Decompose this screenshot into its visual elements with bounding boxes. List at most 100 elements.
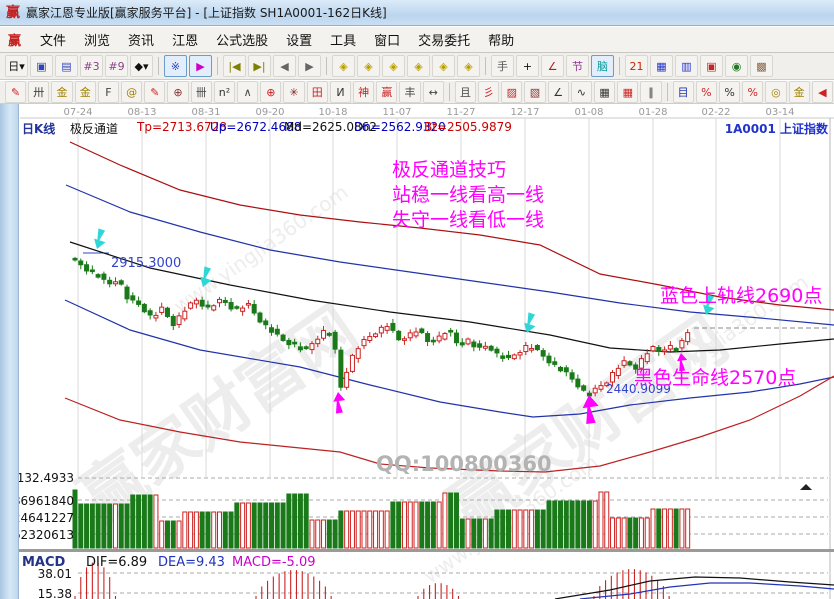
compress-v-icon[interactable]: ◈ xyxy=(457,55,480,77)
last-bar-icon[interactable]: ▶| xyxy=(248,55,271,77)
calendar-21-icon[interactable]: 21 xyxy=(625,55,648,77)
gold-levels-icon[interactable]: 金 xyxy=(789,81,810,103)
pillar-icon[interactable]: 且 xyxy=(455,81,476,103)
indicator-name[interactable]: 极反通道 xyxy=(70,120,118,137)
macd-dif-value: DIF=6.89 xyxy=(86,555,147,570)
slant-lines-icon[interactable]: ∥ xyxy=(640,81,661,103)
report-icon[interactable]: ▥ xyxy=(675,55,698,77)
application-window: 赢 赢家江恩专业版[赢家服务平台] - [上证指数 SH1A0001-162日K… xyxy=(0,0,834,599)
f-levels-icon[interactable]: F xyxy=(98,81,119,103)
toolbar-separator xyxy=(619,57,620,75)
first-bar-icon[interactable]: |◀ xyxy=(223,55,246,77)
angle-measure-icon[interactable]: ∠ xyxy=(541,55,564,77)
target-cross-icon[interactable]: ⊕ xyxy=(260,81,281,103)
svg-text:07-24: 07-24 xyxy=(63,107,92,118)
macd-axis-labels: 38.0115.38 xyxy=(38,567,72,599)
menu-item-2[interactable]: 资讯 xyxy=(119,27,163,52)
shen-tool-icon[interactable]: 神 xyxy=(353,81,374,103)
circle-cycle-icon[interactable]: ⊕ xyxy=(167,81,188,103)
horn-icon[interactable]: ◀ xyxy=(812,81,833,103)
grid-dark-icon[interactable]: ▦ xyxy=(594,81,615,103)
qq-watermark: QQ:100800360 xyxy=(376,452,552,476)
jifan-channel-icon[interactable]: ※ xyxy=(164,55,187,77)
scale-list-icon[interactable]: 目 xyxy=(673,81,694,103)
gold-circle-icon[interactable]: ◎ xyxy=(765,81,786,103)
starburst-icon[interactable]: ✳ xyxy=(283,81,304,103)
brush-icon[interactable]: ✎ xyxy=(5,81,26,103)
smart-analysis-icon[interactable]: 脑 xyxy=(591,55,614,77)
svg-text:08-13: 08-13 xyxy=(127,107,156,118)
window-title: 赢家江恩专业版[赢家服务平台] - [上证指数 SH1A0001-162日K线] xyxy=(26,4,387,21)
shift-left-icon[interactable]: ◈ xyxy=(332,55,355,77)
menu-item-1[interactable]: 浏览 xyxy=(75,27,119,52)
price-chart[interactable]: 赢家财富网 赢家财富网 www.yingjia360.com www.yingj… xyxy=(0,104,834,599)
menu-item-8[interactable]: 交易委托 xyxy=(409,27,479,52)
data-transfer-icon[interactable]: ▩ xyxy=(750,55,773,77)
ying-tool-icon[interactable]: 赢 xyxy=(376,81,397,103)
percent-levels-icon[interactable]: % xyxy=(742,81,763,103)
macd-value: MACD=-5.09 xyxy=(232,555,316,570)
menu-item-0[interactable]: 文件 xyxy=(31,27,75,52)
hand-pan-icon[interactable]: 手 xyxy=(491,55,514,77)
menu-item-6[interactable]: 工具 xyxy=(321,27,365,52)
expand-h-icon[interactable]: ◈ xyxy=(382,55,405,77)
title-bar[interactable]: 赢 赢家江恩专业版[赢家服务平台] - [上证指数 SH1A0001-162日K… xyxy=(0,0,834,26)
chart-area[interactable]: 赢家财富网 赢家财富网 www.yingjia360.com www.yingj… xyxy=(0,104,834,599)
app-logo-icon: 赢 xyxy=(6,5,20,21)
gann-wheel-icon[interactable]: 节 xyxy=(566,55,589,77)
angle-lines-icon[interactable]: ∠ xyxy=(548,81,569,103)
fan-box-icon[interactable]: ▨ xyxy=(501,81,522,103)
toolbar-separator xyxy=(326,57,327,75)
gold-section-icon[interactable]: 金 xyxy=(75,81,96,103)
svg-text:62320613: 62320613 xyxy=(13,528,74,542)
shift-right-icon[interactable]: ◈ xyxy=(357,55,380,77)
period-label: 日K线 xyxy=(22,120,55,137)
svg-text:极反通道技巧: 极反通道技巧 xyxy=(392,159,506,181)
menu-item-3[interactable]: 江恩 xyxy=(163,27,207,52)
bars-3-icon[interactable]: #3 xyxy=(80,55,103,77)
upper-rail-note: 蓝色上轨线2690点 xyxy=(660,285,822,307)
rays-icon[interactable]: 彡 xyxy=(478,81,499,103)
candle-style-dropdown[interactable]: ◆▾ xyxy=(130,55,153,77)
zigzag-icon[interactable]: ∿ xyxy=(571,81,592,103)
fan-box2-icon[interactable]: ▧ xyxy=(524,81,545,103)
menu-item-4[interactable]: 公式选股 xyxy=(207,27,277,52)
prev-bar-icon[interactable]: ◀ xyxy=(273,55,296,77)
color-histogram-icon[interactable]: ▶ xyxy=(189,55,212,77)
grid-red-icon[interactable]: ▦ xyxy=(617,81,638,103)
bars-9-icon[interactable]: #9 xyxy=(105,55,128,77)
info-list-icon[interactable]: ▤ xyxy=(55,55,78,77)
crosshair-icon[interactable]: + xyxy=(516,55,539,77)
gold-ratio-icon[interactable]: 金 xyxy=(51,81,72,103)
width-measure-icon[interactable]: ↔ xyxy=(423,81,444,103)
macd-dea-value: DEA=9.43 xyxy=(158,555,225,570)
svg-text:失守一线看低一线: 失守一线看低一线 xyxy=(392,209,544,231)
life-line-note: 黑色生命线2570点 xyxy=(634,367,796,389)
web-sync-icon[interactable]: ◉ xyxy=(725,55,748,77)
percent-line-icon[interactable]: % xyxy=(696,81,717,103)
menu-item-7[interactable]: 窗口 xyxy=(365,27,409,52)
next-bar-icon[interactable]: ▶ xyxy=(298,55,321,77)
save-icon[interactable]: ▣ xyxy=(700,55,723,77)
expand-v-icon[interactable]: ◈ xyxy=(432,55,455,77)
calculator-icon[interactable]: ▦ xyxy=(650,55,673,77)
marker-pen-icon[interactable]: ✎ xyxy=(144,81,165,103)
menu-item-5[interactable]: 设置 xyxy=(277,27,321,52)
time-grid-icon[interactable]: 卌 xyxy=(191,81,212,103)
spiral-icon[interactable]: @ xyxy=(121,81,142,103)
menu-bar: 赢 文件浏览资讯江恩公式选股设置工具窗口交易委托帮助 xyxy=(0,27,834,53)
svg-text:12-17: 12-17 xyxy=(510,107,539,118)
percent-icon[interactable]: % xyxy=(719,81,740,103)
toolbar-main: 日▾▣▤#3#9◆▾※▶|◀▶|◀▶◈◈◈◈◈◈手+∠节脑21▦▥▣◉▩ xyxy=(0,53,834,80)
square-rays-icon[interactable]: 田 xyxy=(307,81,328,103)
compress-h-icon[interactable]: ◈ xyxy=(407,55,430,77)
menu-item-9[interactable]: 帮助 xyxy=(479,27,523,52)
volume-layer xyxy=(73,490,690,548)
gann-grid-icon[interactable]: 卅 xyxy=(28,81,49,103)
n-square-icon[interactable]: n² xyxy=(214,81,235,103)
layout-windows-icon[interactable]: ▣ xyxy=(30,55,53,77)
ruler-icon[interactable]: 丰 xyxy=(399,81,420,103)
period-day-dropdown[interactable]: 日▾ xyxy=(5,55,28,77)
wave-mark-icon[interactable]: И xyxy=(330,81,351,103)
flag-angle-icon[interactable]: ∧ xyxy=(237,81,258,103)
